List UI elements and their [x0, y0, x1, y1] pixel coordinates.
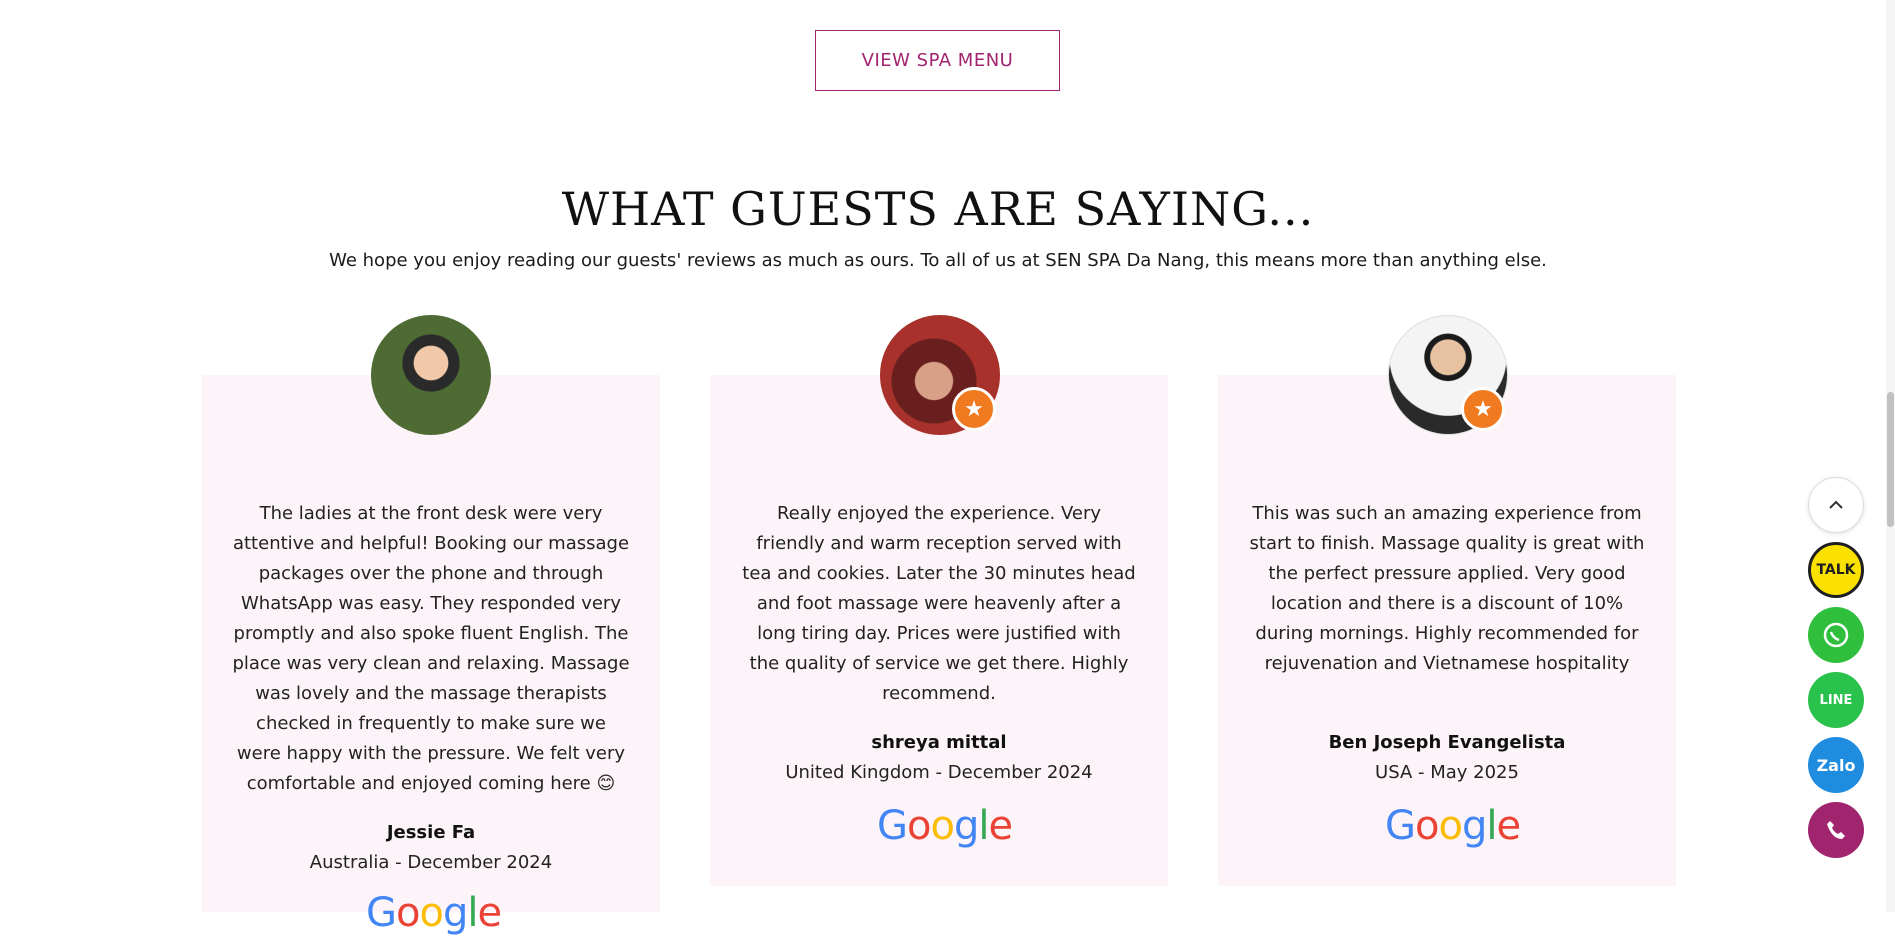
- reviewer-name: Ben Joseph Evangelista: [1328, 732, 1566, 753]
- chevron-up-icon: [1829, 500, 1843, 509]
- reviewer-avatar: [371, 315, 491, 435]
- google-logo: Google: [1385, 803, 1521, 849]
- zalo-button[interactable]: Zalo: [1808, 737, 1864, 793]
- local-guide-star-icon: ★: [1461, 387, 1505, 431]
- reviewer-origin: Australia - December 2024: [309, 852, 553, 873]
- kakaotalk-button[interactable]: TALK: [1808, 542, 1864, 598]
- reviewer-origin: United Kingdom - December 2024: [785, 762, 1093, 783]
- scroll-to-top-button[interactable]: [1808, 477, 1864, 533]
- local-guide-star-icon: ★: [952, 387, 996, 431]
- whatsapp-icon: [1823, 622, 1849, 648]
- google-logo: Google: [877, 803, 1013, 849]
- review-text: The ladies at the front desk were very a…: [232, 503, 630, 794]
- reviewer-origin: USA - May 2025: [1375, 762, 1519, 783]
- review-text: This was such an amazing experience from…: [1249, 503, 1645, 674]
- kakaotalk-label: TALK: [1816, 562, 1856, 578]
- zalo-label: Zalo: [1816, 755, 1856, 775]
- whatsapp-button[interactable]: [1808, 607, 1864, 663]
- section-subtitle: We hope you enjoy reading our guests' re…: [329, 250, 1547, 271]
- google-logo: Google: [366, 890, 502, 936]
- phone-call-button[interactable]: [1808, 802, 1864, 858]
- line-label: LINE: [1819, 692, 1853, 708]
- scrollbar-thumb[interactable]: [1887, 392, 1894, 527]
- line-button[interactable]: LINE: [1808, 672, 1864, 728]
- phone-icon: [1827, 821, 1845, 839]
- view-spa-menu-button[interactable]: VIEW SPA MENU: [815, 30, 1060, 91]
- reviewer-name: Jessie Fa: [386, 822, 476, 843]
- review-text: Really enjoyed the experience. Very frie…: [742, 503, 1136, 704]
- reviewer-name: shreya mittal: [871, 732, 1007, 753]
- section-title: WHAT GUESTS ARE SAYING...: [561, 182, 1315, 236]
